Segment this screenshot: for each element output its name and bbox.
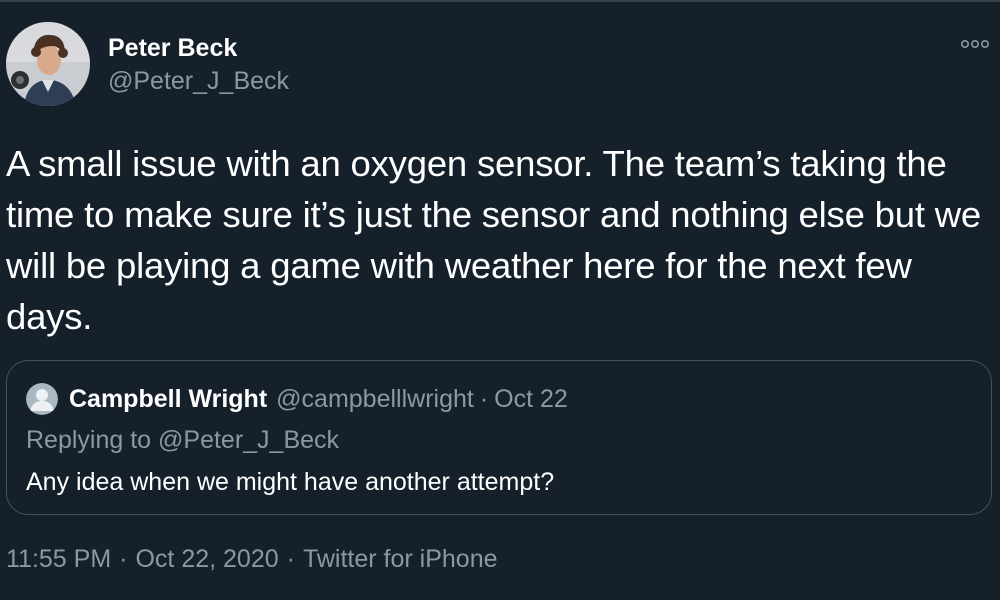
quoted-author-avatar[interactable] — [26, 383, 58, 415]
quoted-author-handle[interactable]: @campbelllwright — [276, 385, 474, 414]
tweet-metadata: 11:55 PM · Oct 22, 2020 · Twitter for iPhone — [6, 544, 498, 574]
tweet-text: A small issue with an oxygen sensor. The… — [6, 143, 981, 337]
quoted-tweet-card[interactable]: Campbell Wright @campbelllwright · Oct 2… — [6, 360, 992, 515]
meta-separator: · — [286, 545, 295, 573]
top-divider — [0, 0, 1000, 2]
quoted-tweet-header: Campbell Wright @campbelllwright · Oct 2… — [69, 383, 568, 415]
tweet-source[interactable]: Twitter for iPhone — [303, 545, 498, 573]
quoted-author-name[interactable]: Campbell Wright — [69, 385, 267, 414]
quoted-tweet-date[interactable]: Oct 22 — [494, 385, 568, 414]
more-options-button[interactable] — [958, 34, 992, 54]
author-avatar-image — [6, 22, 90, 106]
default-avatar-icon — [26, 383, 58, 415]
author-avatar[interactable] — [6, 22, 90, 106]
author-name[interactable]: Peter Beck — [108, 33, 237, 63]
more-horizontal-icon — [960, 39, 989, 49]
author-handle[interactable]: @Peter_J_Beck — [108, 66, 289, 96]
tweet-date[interactable]: Oct 22, 2020 — [135, 545, 278, 573]
quoted-tweet-text: Any idea when we might have another atte… — [26, 468, 555, 496]
tweet-time[interactable]: 11:55 PM — [6, 545, 111, 573]
meta-separator: · — [119, 545, 128, 573]
quoted-header-separator: · — [479, 384, 489, 413]
quoted-replying-to: Replying to @Peter_J_Beck — [26, 426, 340, 454]
